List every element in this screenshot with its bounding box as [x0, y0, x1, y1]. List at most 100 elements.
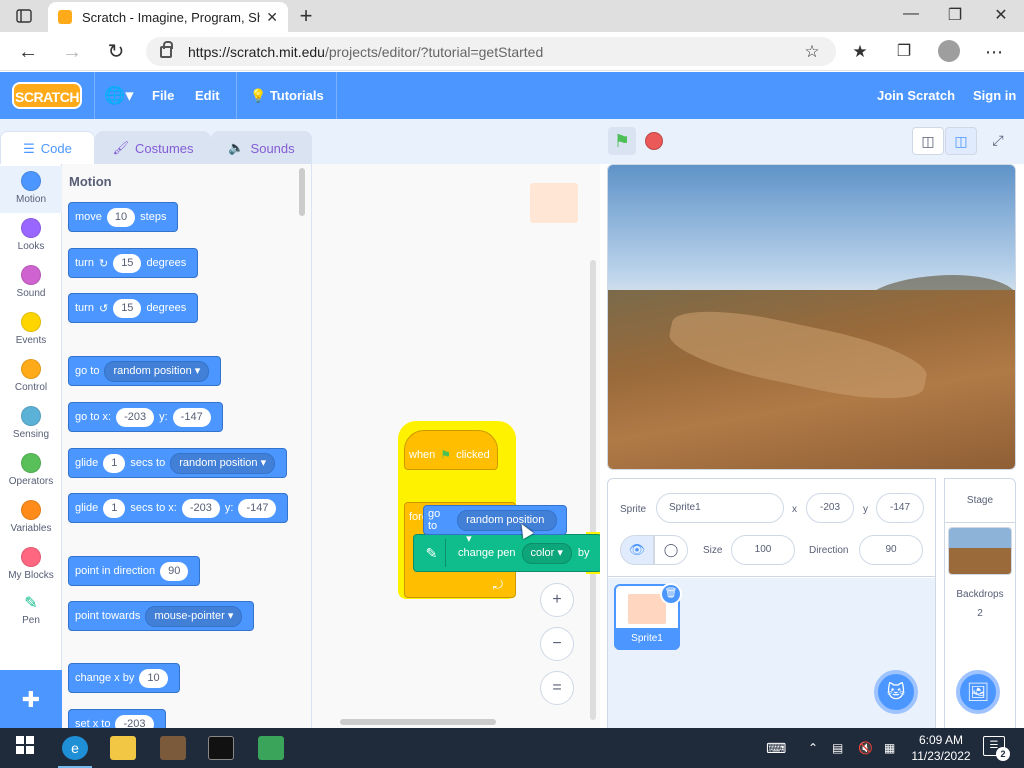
block-go-to[interactable]: go to random position: [68, 356, 222, 386]
target-dropdown[interactable]: mouse-pointer: [145, 605, 243, 627]
block-point-towards[interactable]: point towards mouse-pointer: [68, 601, 255, 631]
pen-param-dropdown[interactable]: color: [521, 542, 572, 564]
secs-input[interactable]: 1: [103, 498, 126, 518]
tab-costumes[interactable]: 🖌 Costumes: [95, 131, 211, 164]
category-sensing[interactable]: Sensing: [0, 401, 62, 448]
profile-avatar[interactable]: [938, 40, 960, 62]
category-looks[interactable]: Looks: [0, 213, 62, 260]
category-sound[interactable]: Sound: [0, 260, 62, 307]
block-turn-left[interactable]: turn ↺ 15 degrees: [68, 293, 199, 323]
refresh-icon[interactable]: ↻: [104, 40, 128, 64]
sprite-name-input[interactable]: Sprite1: [656, 493, 784, 523]
tutorials-button[interactable]: 💡 Tutorials: [250, 72, 324, 119]
delete-sprite-button[interactable]: 🗑: [660, 583, 682, 605]
y-input[interactable]: -147: [172, 407, 211, 427]
y-input[interactable]: -147: [238, 498, 277, 518]
x-input[interactable]: -203: [116, 407, 155, 427]
join-scratch-link[interactable]: Join Scratch: [877, 72, 955, 119]
script-area[interactable]: when⚑clicked forever ⤾ ✎ change pen colo…: [312, 164, 600, 729]
block-move-steps[interactable]: move 10 steps: [68, 202, 179, 232]
choose-backdrop-button[interactable]: 🖼: [956, 670, 1000, 714]
new-tab-button[interactable]: +: [294, 3, 318, 29]
zoom-in-button[interactable]: +: [540, 583, 574, 617]
script-vertical-scrollbar[interactable]: [590, 260, 596, 720]
degrees-input[interactable]: 15: [113, 253, 142, 273]
keyboard-tray-icon[interactable]: ⌨: [766, 728, 786, 768]
target-dropdown[interactable]: random position: [170, 452, 276, 474]
block-go-to-dragging[interactable]: go to random position: [423, 505, 567, 535]
keyboard-layout-icon[interactable]: ▦: [884, 728, 895, 768]
browser-tab[interactable]: Scratch - Imagine, Program, Share ✕: [48, 2, 288, 32]
notifications-icon[interactable]: ☰ 2: [983, 736, 1010, 761]
x-input[interactable]: -203: [806, 493, 854, 523]
block-set-x[interactable]: set x to -203: [68, 709, 166, 729]
show-hidden-icons-icon[interactable]: ⌃: [808, 728, 818, 768]
choose-sprite-button[interactable]: 🐱: [874, 670, 918, 714]
scratch-logo[interactable]: SCRATCH: [12, 82, 82, 109]
block-change-x[interactable]: change x by 10: [68, 663, 180, 693]
hide-sprite-button[interactable]: ◯: [654, 535, 688, 565]
tab-actions-icon[interactable]: [10, 6, 38, 26]
terminal-icon[interactable]: [208, 736, 234, 760]
block-point-in-direction[interactable]: point in direction 90: [68, 556, 201, 586]
close-window-button[interactable]: ✕: [986, 5, 1016, 25]
x-change-input[interactable]: 10: [139, 668, 168, 688]
category-motion[interactable]: Motion: [0, 166, 62, 213]
category-my-blocks[interactable]: My Blocks: [0, 542, 62, 589]
app-icon-green[interactable]: [258, 736, 284, 760]
category-pen[interactable]: ✎ Pen: [0, 589, 62, 636]
forward-icon[interactable]: →: [60, 40, 84, 64]
category-events[interactable]: Events: [0, 307, 62, 354]
taskbar-clock[interactable]: 6:09 AM 11/23/2022: [908, 732, 974, 764]
small-stage-button[interactable]: ◫: [912, 127, 944, 155]
script-horizontal-scrollbar[interactable]: [340, 719, 496, 725]
steps-input[interactable]: 10: [106, 207, 136, 227]
add-extension-button[interactable]: ✚: [0, 670, 62, 729]
language-globe-icon[interactable]: 🌐▾: [104, 72, 134, 119]
category-variables[interactable]: Variables: [0, 495, 62, 542]
app-icon[interactable]: [160, 736, 186, 760]
block-glide[interactable]: glide 1 secs to random position: [68, 448, 288, 478]
tab-code[interactable]: ☰ Code: [0, 131, 95, 165]
tab-sounds[interactable]: 🔈 Sounds: [211, 131, 312, 164]
secs-input[interactable]: 1: [103, 453, 126, 473]
maximize-button[interactable]: ❐: [940, 5, 970, 25]
stop-button[interactable]: [645, 132, 663, 150]
file-menu[interactable]: File: [152, 72, 174, 119]
edge-browser-icon[interactable]: e: [62, 736, 88, 760]
y-input[interactable]: -147: [876, 493, 924, 523]
favorites-icon[interactable]: ★: [848, 40, 872, 64]
volume-icon[interactable]: 🔇: [858, 728, 873, 768]
block-glide-xy[interactable]: glide 1 secs to x: -203 y: -147: [68, 493, 289, 523]
network-icon[interactable]: ▤: [832, 728, 843, 768]
favorite-add-icon[interactable]: ☆: [800, 40, 824, 64]
zoom-out-button[interactable]: −: [540, 627, 574, 661]
edit-menu[interactable]: Edit: [195, 72, 220, 119]
category-control[interactable]: Control: [0, 354, 62, 401]
target-dropdown[interactable]: random position: [104, 360, 210, 382]
stage-canvas[interactable]: [607, 164, 1016, 470]
green-flag-button[interactable]: ⚑: [608, 127, 636, 155]
windows-start-icon[interactable]: [12, 736, 38, 760]
normal-stage-button[interactable]: ◫: [945, 127, 977, 155]
zoom-reset-button[interactable]: =: [540, 671, 574, 705]
direction-input[interactable]: 90: [859, 535, 923, 565]
x-input[interactable]: -203: [181, 498, 220, 518]
block-turn-right[interactable]: turn ↻ 15 degrees: [68, 248, 199, 278]
target-dropdown[interactable]: random position: [457, 509, 557, 531]
palette-scrollbar[interactable]: [299, 168, 305, 216]
show-sprite-button[interactable]: 👁: [620, 535, 654, 565]
category-operators[interactable]: Operators: [0, 448, 62, 495]
block-go-to-xy[interactable]: go to x: -203 y: -147: [68, 402, 223, 432]
file-explorer-icon[interactable]: [110, 736, 136, 760]
more-options-icon[interactable]: ⋯: [982, 40, 1006, 64]
collections-icon[interactable]: ❐: [892, 40, 916, 64]
degrees-input[interactable]: 15: [113, 298, 142, 318]
close-tab-icon[interactable]: ✕: [266, 9, 278, 26]
fullscreen-button[interactable]: ⤢: [982, 127, 1014, 155]
minimize-button[interactable]: —: [896, 5, 926, 23]
block-when-flag-clicked[interactable]: when ⚑ clicked: [404, 430, 498, 470]
block-change-pen[interactable]: ✎ change pen color by: [413, 534, 600, 572]
size-input[interactable]: 100: [731, 535, 795, 565]
x-set-input[interactable]: -203: [115, 714, 154, 729]
